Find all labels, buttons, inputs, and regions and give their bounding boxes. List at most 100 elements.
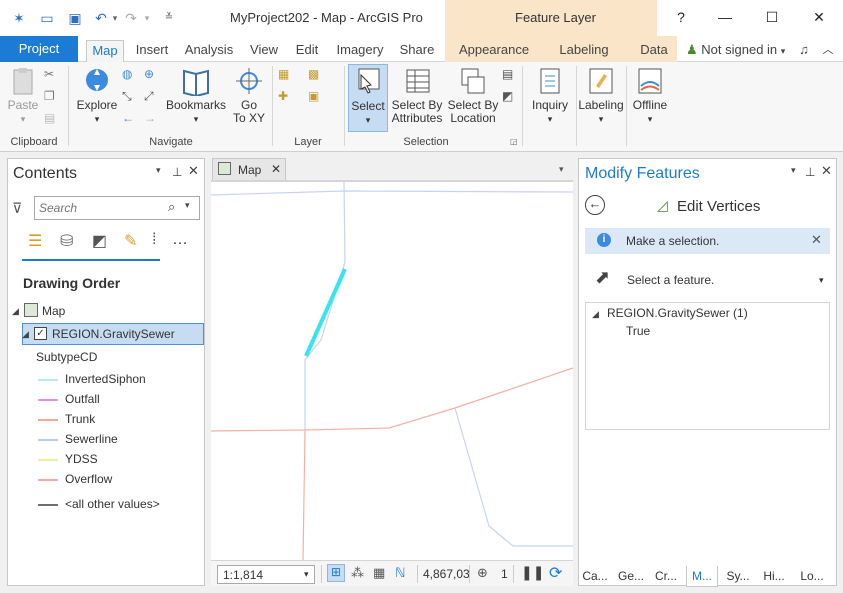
tab-geoprocessing[interactable]: Ge... bbox=[614, 566, 648, 587]
full-extent-icon[interactable]: ⤡ bbox=[122, 89, 140, 107]
redo-dropdown-icon[interactable]: ▾ bbox=[138, 9, 156, 27]
open-folder-icon[interactable]: ▭ bbox=[38, 9, 56, 27]
bookmarks-button[interactable]: Bookmarks ▾ bbox=[166, 66, 226, 126]
pane-menu-icon[interactable]: ▾ bbox=[791, 165, 796, 176]
offline-label: Offline bbox=[632, 98, 668, 112]
select-by-attributes-button[interactable]: Select By Attributes bbox=[390, 66, 444, 125]
navigator-icon[interactable]: ℕ bbox=[395, 565, 405, 581]
tab-view[interactable]: View bbox=[246, 40, 282, 62]
previous-extent-icon[interactable]: ← bbox=[122, 111, 140, 129]
back-icon[interactable]: ← bbox=[585, 195, 605, 215]
layer-visibility-checkbox[interactable]: ✓ bbox=[34, 327, 47, 340]
select-by-location-button[interactable]: Select By Location bbox=[446, 66, 500, 125]
search-options-chevron-icon[interactable]: ▾ bbox=[185, 200, 190, 211]
tab-list-chevron-icon[interactable]: ▾ bbox=[559, 164, 564, 175]
pin-icon[interactable]: ⊥ bbox=[172, 165, 182, 179]
clear-selection-icon[interactable]: ◩ bbox=[502, 89, 520, 107]
pin-icon[interactable]: ⊥ bbox=[805, 165, 815, 179]
basemap-icon[interactable]: ▩ bbox=[308, 67, 326, 85]
close-tab-icon[interactable]: ✕ bbox=[271, 162, 281, 176]
fixed-zoom-icon[interactable]: ⤢ bbox=[144, 89, 162, 107]
go-to-xy-button[interactable]: Go To XY bbox=[229, 66, 269, 125]
refresh-icon[interactable]: ⟳ bbox=[549, 563, 562, 583]
list-by-editing-icon[interactable]: ✎ bbox=[124, 231, 137, 251]
next-extent-icon[interactable]: → bbox=[144, 111, 162, 129]
expand-layer-icon[interactable]: ◢ bbox=[22, 329, 29, 340]
tab-analysis[interactable]: Analysis bbox=[180, 40, 238, 62]
cut-icon[interactable]: ✂ bbox=[44, 67, 62, 85]
legend-swatch bbox=[38, 379, 58, 381]
add-data-icon[interactable]: ▦ bbox=[278, 67, 296, 85]
select-feature-icon[interactable]: ⬈ bbox=[595, 267, 610, 288]
tab-symbology[interactable]: Sy... bbox=[722, 566, 754, 587]
tab-history[interactable]: Hi... bbox=[758, 566, 790, 587]
tab-project[interactable]: Project bbox=[0, 36, 78, 62]
tree-layer[interactable]: REGION.GravitySewer (1) bbox=[607, 306, 748, 320]
tab-appearance[interactable]: Appearance bbox=[452, 40, 536, 62]
tab-modify-features[interactable]: M... bbox=[686, 566, 718, 587]
tree-value[interactable]: True bbox=[626, 324, 650, 338]
grid-display-icon[interactable]: ▦ bbox=[373, 565, 385, 581]
explore-button[interactable]: Explore ▾ bbox=[74, 66, 120, 126]
dialog-launcher-icon[interactable]: ◲ bbox=[510, 137, 528, 155]
tab-create-features[interactable]: Cr... bbox=[650, 566, 682, 587]
tab-insert[interactable]: Insert bbox=[130, 40, 174, 62]
notification-bell-icon[interactable]: ♫ bbox=[796, 40, 812, 62]
labeling-label: Labeling bbox=[578, 98, 624, 112]
map-canvas[interactable] bbox=[211, 180, 573, 560]
pane-menu-icon[interactable]: ▾ bbox=[156, 165, 161, 176]
list-by-snapping-icon[interactable]: ⁞ bbox=[152, 231, 156, 249]
list-by-selection-icon[interactable]: ◩ bbox=[92, 231, 107, 251]
tab-map-view[interactable]: Map ✕ bbox=[212, 158, 286, 180]
help-button[interactable]: ? bbox=[666, 6, 696, 28]
list-by-drawing-order-icon[interactable]: ☰ bbox=[28, 231, 42, 251]
maximize-button[interactable]: ☐ bbox=[757, 6, 787, 28]
dismiss-info-icon[interactable]: ✕ bbox=[811, 232, 822, 248]
scale-selector[interactable]: 1:1,814 ▾ bbox=[217, 565, 315, 584]
tab-edit[interactable]: Edit bbox=[290, 40, 324, 62]
globe-icon[interactable]: ◍ bbox=[122, 67, 140, 85]
paste-button[interactable]: Paste ▾ bbox=[6, 66, 40, 126]
tab-data[interactable]: Data bbox=[634, 40, 674, 62]
modify-features-title: Modify Features bbox=[585, 165, 700, 182]
tab-map[interactable]: Map bbox=[86, 40, 124, 62]
selected-features-icon[interactable]: ⊕ bbox=[477, 565, 488, 581]
more-icon[interactable]: … bbox=[172, 231, 188, 249]
add-preset-icon[interactable]: ✚ bbox=[278, 89, 296, 107]
search-icon[interactable]: ⌕ bbox=[168, 199, 175, 215]
minimize-button[interactable]: — bbox=[710, 6, 740, 28]
labeling-button[interactable]: Labeling ▾ bbox=[578, 66, 624, 126]
expand-map-icon[interactable]: ◢ bbox=[12, 306, 19, 317]
snapping-icon[interactable]: ⁂ bbox=[351, 565, 364, 581]
close-icon[interactable]: ✕ bbox=[188, 163, 199, 179]
tab-share[interactable]: Share bbox=[396, 40, 438, 62]
chevron-down-icon[interactable]: ▾ bbox=[819, 275, 824, 286]
save-icon[interactable]: ▣ bbox=[66, 9, 84, 27]
new-project-icon[interactable]: ✶ bbox=[10, 9, 28, 27]
grid-icon[interactable]: ⊞ bbox=[327, 564, 345, 582]
select-button[interactable]: Select ▾ bbox=[348, 64, 388, 132]
tab-labeling[interactable]: Labeling bbox=[552, 40, 616, 62]
collapse-ribbon-icon[interactable]: ︿ bbox=[820, 40, 836, 62]
copy-icon[interactable]: ❐ bbox=[44, 89, 62, 107]
offline-button[interactable]: Offline ▾ bbox=[628, 66, 672, 126]
customize-toolbar-icon[interactable]: ≚ bbox=[160, 9, 178, 27]
tab-locate[interactable]: Lo... bbox=[794, 566, 830, 587]
attributes-icon[interactable]: ▤ bbox=[502, 67, 520, 85]
tab-catalog[interactable]: Ca... bbox=[579, 566, 611, 587]
map-node-label[interactable]: Map bbox=[42, 304, 65, 318]
close-icon[interactable]: ✕ bbox=[821, 163, 832, 179]
close-window-button[interactable]: ✕ bbox=[804, 6, 834, 28]
filter-icon[interactable]: ⊽ bbox=[12, 200, 22, 217]
sign-in-status[interactable]: ♟ Not signed in ▾ bbox=[686, 40, 796, 62]
copy-path-icon[interactable]: ▤ bbox=[44, 111, 62, 129]
zoom-in-icon[interactable]: ⊕ bbox=[144, 67, 162, 85]
expand-layer-icon[interactable]: ◢ bbox=[592, 309, 599, 320]
selected-feature[interactable] bbox=[304, 268, 347, 357]
list-by-data-source-icon[interactable]: ⛁ bbox=[60, 231, 73, 251]
pause-drawing-icon[interactable]: ❚❚ bbox=[521, 564, 544, 581]
inquiry-button[interactable]: Inquiry ▾ bbox=[528, 66, 572, 126]
add-graphics-icon[interactable]: ▣ bbox=[308, 89, 326, 107]
layer-name[interactable]: REGION.GravitySewer bbox=[52, 327, 175, 341]
tab-imagery[interactable]: Imagery bbox=[332, 40, 388, 62]
